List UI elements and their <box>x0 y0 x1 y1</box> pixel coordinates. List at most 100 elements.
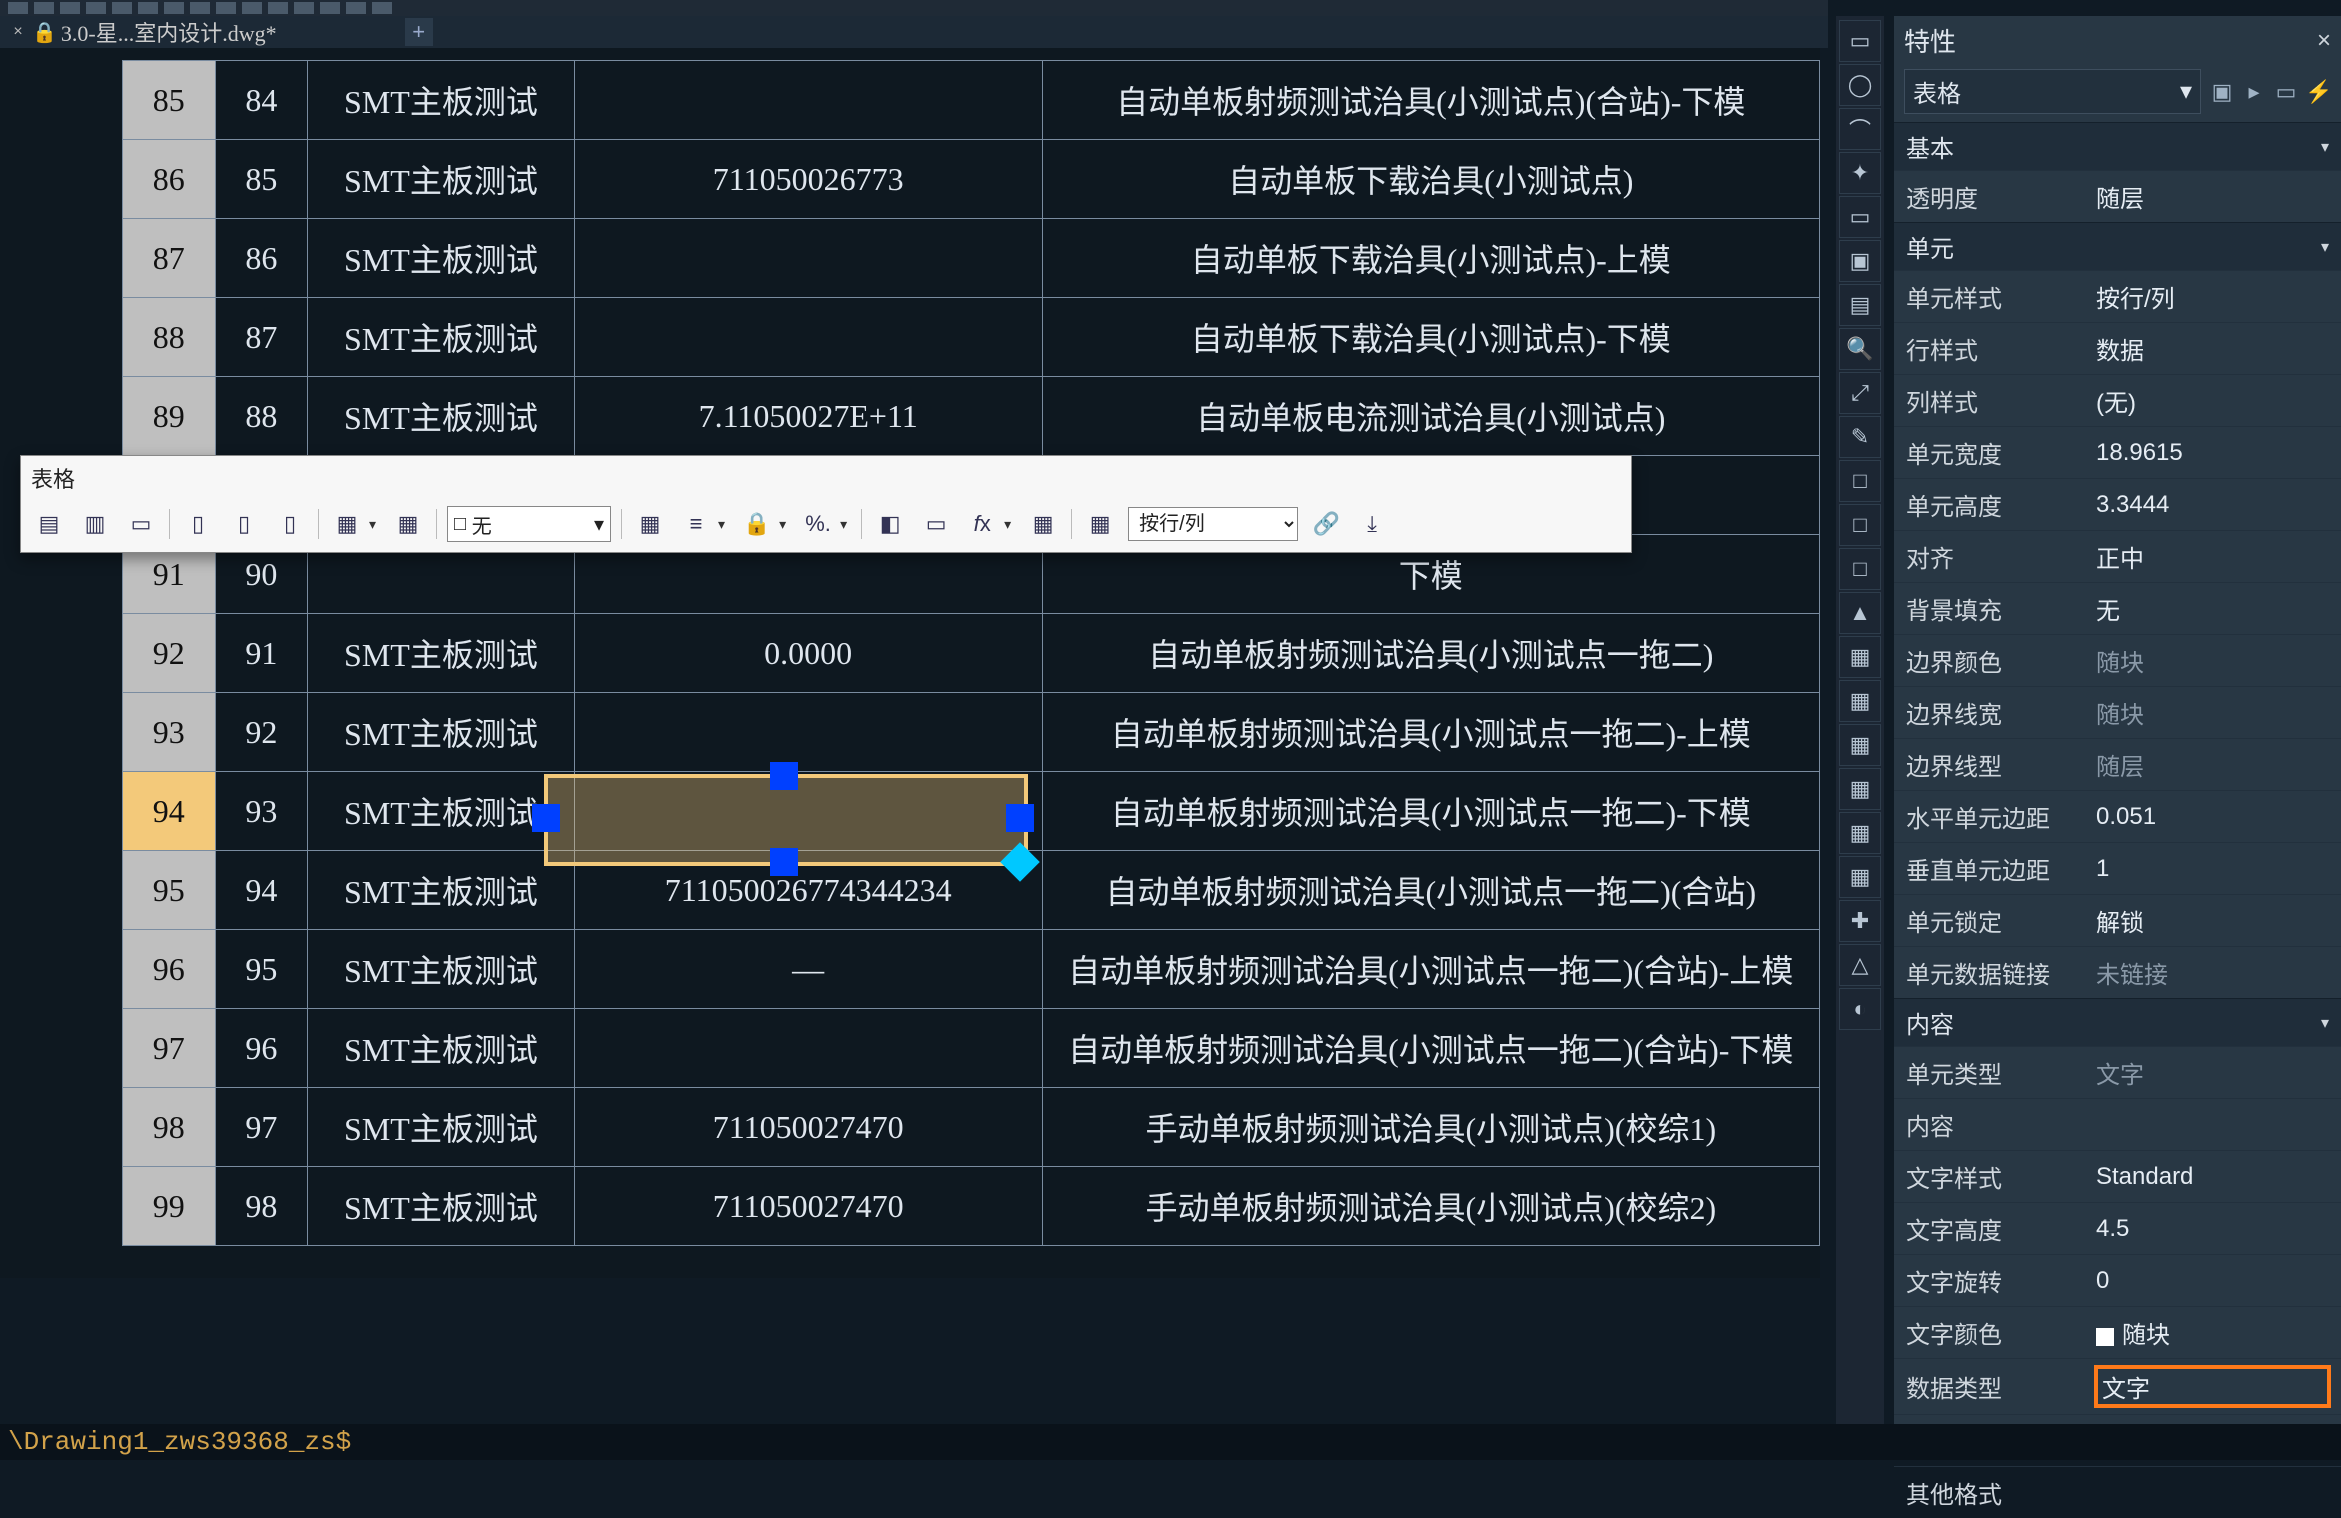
table-cell[interactable]: 自动单板射频测试治具(小测试点一拖二) <box>1042 614 1819 693</box>
table-cell[interactable]: 自动单板下载治具(小测试点)-上模 <box>1042 219 1819 298</box>
prop-value[interactable]: 随块 <box>2096 695 2329 730</box>
table-cell[interactable]: 自动单板射频测试治具(小测试点一拖二)(合站)-上模 <box>1042 930 1819 1009</box>
table-cell[interactable]: SMT主板测试 <box>308 140 575 219</box>
alignment-dropdown[interactable]: ≡▾ <box>678 506 729 542</box>
table-cell[interactable]: 自动单板射频测试治具(小测试点一拖二)(合站)-下模 <box>1042 1009 1819 1088</box>
prop-value[interactable]: (无) <box>2096 383 2329 418</box>
table-cell[interactable]: 711050027470 <box>574 1167 1042 1246</box>
quick-select-icon[interactable]: ▣ <box>2209 79 2235 105</box>
table-cell[interactable]: 手动单板射频测试治具(小测试点)(校综2) <box>1042 1167 1819 1246</box>
table-cell[interactable]: 711050027470 <box>574 1088 1042 1167</box>
table-row[interactable]: 9897SMT主板测试711050027470手动单板射频测试治具(小测试点)(… <box>123 1088 1820 1167</box>
table-cell[interactable]: SMT主板测试 <box>308 851 575 930</box>
table-cell[interactable]: 91 <box>215 614 308 693</box>
match-cell-icon[interactable]: ▦ <box>1025 506 1061 542</box>
tool-icon[interactable]: ▲ <box>1839 592 1881 634</box>
table-cell[interactable]: SMT主板测试 <box>308 219 575 298</box>
table-cell[interactable]: 自动单板射频测试治具(小测试点一拖二)-下模 <box>1042 772 1819 851</box>
table-cell[interactable]: 96 <box>123 930 216 1009</box>
table-cell[interactable]: 96 <box>215 1009 308 1088</box>
table-cell[interactable]: 94 <box>123 772 216 851</box>
table-row[interactable]: 9594SMT主板测试711050026774344234自动单板射频测试治具(… <box>123 851 1820 930</box>
prop-value[interactable]: 正中 <box>2096 539 2329 574</box>
prop-value[interactable]: 按行/列 <box>2096 279 2329 314</box>
table-cell[interactable]: 711050026774344234 <box>574 851 1042 930</box>
tool-icon[interactable]: ◐ <box>1839 988 1881 1030</box>
table-cell[interactable]: 97 <box>123 1009 216 1088</box>
table-cell[interactable]: SMT主板测试 <box>308 1088 575 1167</box>
prop-value[interactable]: 1 <box>2096 855 2329 883</box>
table-cell[interactable]: — <box>574 930 1042 1009</box>
table-cell[interactable]: 0.0000 <box>574 614 1042 693</box>
tool-icon[interactable]: ◯ <box>1839 64 1881 106</box>
table-cell[interactable] <box>574 61 1042 140</box>
drawing-area[interactable]: 8584SMT主板测试自动单板射频测试治具(小测试点)(合站)-下模8685 SM… <box>0 48 1820 1278</box>
table-cell[interactable]: SMT主板测试 <box>308 377 575 456</box>
table-cell[interactable]: 87 <box>123 219 216 298</box>
tool-icon[interactable]: □ <box>1839 548 1881 590</box>
table-cell[interactable]: SMT主板测试 <box>308 298 575 377</box>
table-cell[interactable]: 88 <box>215 377 308 456</box>
prop-value[interactable]: 0.051 <box>2096 803 2329 831</box>
table-row[interactable]: 9796SMT主板测试自动单板射频测试治具(小测试点一拖二)(合站)-下模 <box>123 1009 1820 1088</box>
tool-icon[interactable]: ▦ <box>1839 724 1881 766</box>
tool-icon[interactable]: 🔍 <box>1839 328 1881 370</box>
table-row[interactable]: 9291SMT主板测试0.0000自动单板射频测试治具(小测试点一拖二) <box>123 614 1820 693</box>
prop-value[interactable]: 3.3444 <box>2096 491 2329 519</box>
prop-value[interactable]: 随层 <box>2096 179 2329 214</box>
table-row[interactable]: 9493SMT主板测试自动单板射频测试治具(小测试点一拖二)-下模 <box>123 772 1820 851</box>
tool-icon[interactable]: ▤ <box>1839 284 1881 326</box>
prop-value[interactable]: 4.5 <box>2096 1215 2329 1243</box>
table-row[interactable]: 8887SMT主板测试自动单板下载治具(小测试点)-下模 <box>123 298 1820 377</box>
table-cell[interactable]: SMT主板测试 <box>308 693 575 772</box>
table-cell[interactable] <box>574 1009 1042 1088</box>
merge-cells-dropdown[interactable]: ▦▾ <box>329 506 380 542</box>
tool-icon[interactable]: ✦ <box>1839 152 1881 194</box>
properties-close-icon[interactable]: × <box>2317 27 2331 55</box>
table-cell[interactable]: 88 <box>123 298 216 377</box>
tool-icon[interactable]: ⌒ <box>1839 108 1881 150</box>
prop-value[interactable]: 数据 <box>2096 331 2329 366</box>
pick-object-icon[interactable]: ▸ <box>2241 79 2267 105</box>
prop-value-highlighted[interactable]: 文字 <box>2096 1367 2329 1406</box>
table-cell[interactable]: 85 <box>123 61 216 140</box>
insert-col-right-icon[interactable]: ▯ <box>226 506 262 542</box>
table-cell[interactable]: 92 <box>123 614 216 693</box>
delete-col-icon[interactable]: ▯ <box>272 506 308 542</box>
table-cell[interactable]: SMT主板测试 <box>308 772 575 851</box>
table-cell[interactable] <box>574 219 1042 298</box>
prop-value[interactable]: 解锁 <box>2096 903 2329 938</box>
table-cell[interactable]: 99 <box>123 1167 216 1246</box>
tool-icon[interactable]: △ <box>1839 944 1881 986</box>
table-cell[interactable]: 92 <box>215 693 308 772</box>
download-icon[interactable]: ⤓ <box>1354 506 1390 542</box>
formula-dropdown[interactable]: fx▾ <box>964 506 1015 542</box>
table-row[interactable]: 9695SMT主板测试—自动单板射频测试治具(小测试点一拖二)(合站)-上模 <box>123 930 1820 1009</box>
table-row[interactable]: 9392SMT主板测试自动单板射频测试治具(小测试点一拖二)-上模 <box>123 693 1820 772</box>
tool-icon[interactable]: ▦ <box>1839 812 1881 854</box>
table-cell[interactable] <box>574 772 1042 851</box>
table-cell[interactable]: 87 <box>215 298 308 377</box>
new-tab-button[interactable]: + <box>405 18 433 46</box>
cell-style-select[interactable]: 按行/列 <box>1128 507 1298 541</box>
number-format-dropdown[interactable]: %.▾ <box>800 506 851 542</box>
table-cell[interactable]: 711050026773 <box>574 140 1042 219</box>
insert-block-icon[interactable]: ◧ <box>872 506 908 542</box>
table-cell[interactable]: 自动单板下载治具(小测试点) <box>1042 140 1819 219</box>
table-cell[interactable]: 自动单板电流测试治具(小测试点) <box>1042 377 1819 456</box>
prop-value[interactable]: 随块 <box>2096 1315 2329 1350</box>
table-cell[interactable]: SMT主板测试 <box>308 61 575 140</box>
table-cell[interactable]: 86 <box>123 140 216 219</box>
bolt-icon[interactable]: ⚡ <box>2305 79 2331 105</box>
table-cell[interactable]: SMT主板测试 <box>308 1167 575 1246</box>
table-row[interactable]: 8584SMT主板测试自动单板射频测试治具(小测试点)(合站)-下模 <box>123 61 1820 140</box>
prop-value[interactable]: 无 <box>2096 591 2329 626</box>
insert-row-above-icon[interactable]: ▤ <box>31 506 67 542</box>
prop-value[interactable]: 18.9615 <box>2096 439 2329 467</box>
prop-value[interactable]: 未链接 <box>2096 955 2329 990</box>
tool-icon[interactable]: ✎ <box>1839 416 1881 458</box>
table-cell[interactable]: 95 <box>215 930 308 1009</box>
tool-icon[interactable]: ▦ <box>1839 680 1881 722</box>
table-row[interactable]: 8988SMT主板测试7.11050027E+11自动单板电流测试治具(小测试点… <box>123 377 1820 456</box>
tool-icon[interactable]: □ <box>1839 460 1881 502</box>
